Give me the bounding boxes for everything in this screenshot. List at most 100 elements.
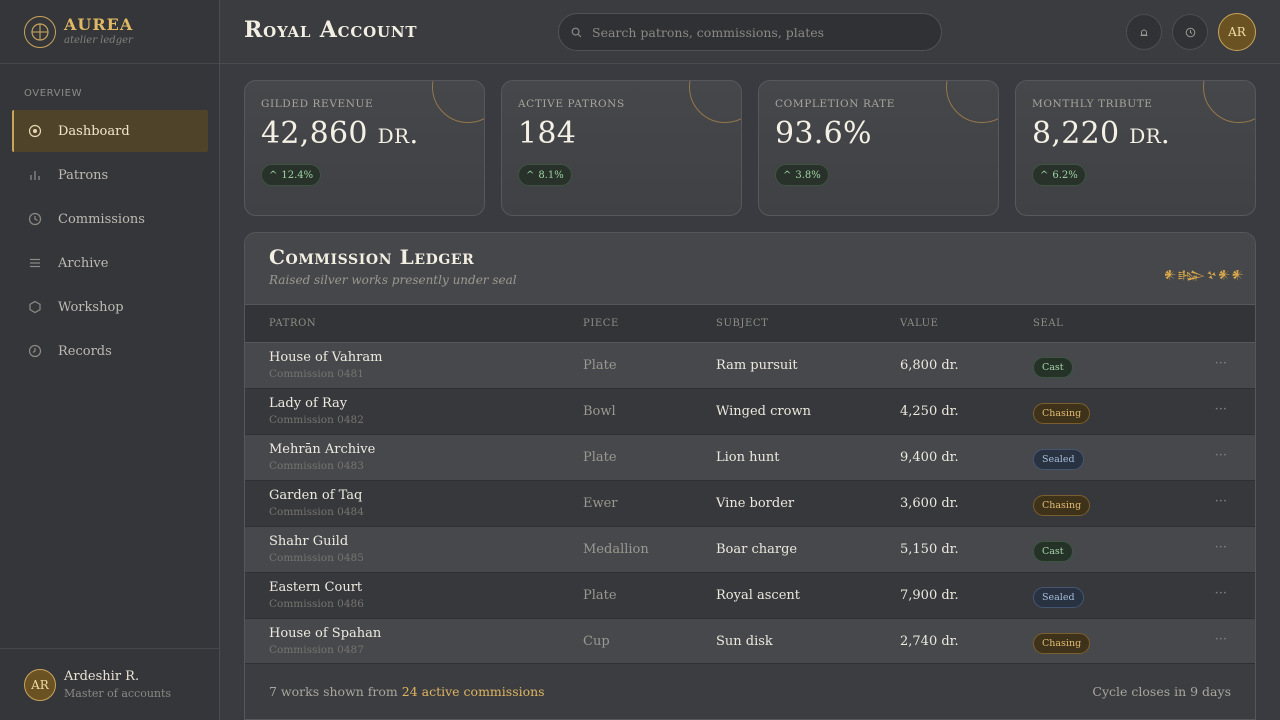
trend-badge: ^ 6.2% — [1032, 164, 1086, 186]
top-bar: Royal Account AR — [220, 0, 1280, 64]
table-row[interactable]: Garden of Taq Commission 0484 Ewer Vine b… — [245, 481, 1255, 527]
bell-icon — [1139, 23, 1149, 42]
row-menu-icon[interactable]: ··· — [1215, 448, 1227, 463]
profile-avatar[interactable]: AR — [1218, 13, 1256, 51]
commission-id: Commission 0486 — [269, 598, 364, 610]
subject-cell: Royal ascent — [716, 588, 800, 603]
piece-cell: Plate — [583, 450, 617, 465]
row-menu-icon[interactable]: ··· — [1215, 586, 1227, 601]
column-header-piece[interactable]: Piece — [583, 318, 619, 329]
seal-badge: Chasing — [1033, 495, 1091, 516]
seal-badge: Chasing — [1033, 403, 1091, 424]
patron-name: Garden of Taq — [269, 488, 363, 503]
user-role: Master of accounts — [64, 687, 172, 700]
piece-cell: Plate — [583, 358, 617, 373]
value-cell: 7,900 dr. — [900, 588, 959, 603]
value-cell: 5,150 dr. — [900, 542, 959, 557]
sidebar-item-commissions[interactable]: Commissions — [12, 198, 208, 240]
piece-cell: Medallion — [583, 542, 649, 557]
commission-id: Commission 0483 — [269, 460, 364, 472]
patron-name: House of Vahram — [269, 350, 383, 365]
column-header-value[interactable]: Value — [900, 318, 939, 329]
row-menu-icon[interactable]: ··· — [1215, 356, 1227, 371]
stat-label: Completion Rate — [775, 98, 895, 110]
trend-up-icon: ^ — [1040, 169, 1049, 181]
stat-card-completion: Completion Rate 93.6% ^ 3.8% — [758, 80, 999, 216]
row-menu-icon[interactable]: ··· — [1215, 632, 1227, 647]
seal-badge: Cast — [1033, 357, 1073, 378]
sidebar-item-records[interactable]: Records — [12, 330, 208, 372]
sidebar-item-archive[interactable]: Archive — [12, 242, 208, 284]
sidebar-item-workshop[interactable]: Workshop — [12, 286, 208, 328]
sidebar-item-label: Archive — [58, 255, 109, 271]
sidebar-item-label: Dashboard — [58, 123, 130, 139]
target-icon — [28, 124, 42, 138]
column-header-seal[interactable]: Seal — [1033, 318, 1063, 329]
subject-cell: Winged crown — [716, 404, 811, 419]
column-header-subject[interactable]: Subject — [716, 318, 768, 329]
history-icon — [28, 344, 42, 358]
patron-name: House of Spahan — [269, 626, 382, 641]
decorative-ring — [432, 81, 484, 123]
cycle-status: Cycle closes in 9 days — [1092, 684, 1231, 699]
table-row[interactable]: Shahr Guild Commission 0485 Medallion Boa… — [245, 527, 1255, 573]
search-input[interactable] — [592, 24, 932, 40]
commission-id: Commission 0485 — [269, 552, 364, 564]
search-box[interactable] — [558, 13, 942, 51]
trend-up-icon: ^ — [269, 169, 278, 181]
clock-icon — [28, 212, 42, 226]
patron-name: Mehrān Archive — [269, 442, 376, 457]
seal-badge: Sealed — [1033, 587, 1084, 608]
sidebar-nav: Dashboard Patrons Commissions Archive Wo… — [12, 110, 208, 374]
piece-cell: Plate — [583, 588, 617, 603]
ledger-title: Commission Ledger — [269, 245, 475, 269]
value-cell: 6,800 dr. — [900, 358, 959, 373]
list-icon — [28, 256, 42, 270]
user-name: Ardeshir R. — [64, 669, 140, 684]
hexagon-icon — [28, 300, 42, 314]
column-header-patron[interactable]: Patron — [269, 318, 316, 329]
ledger-footer: 7 works shown from 24 active commissions… — [245, 663, 1255, 719]
seal-badge: Sealed — [1033, 449, 1084, 470]
subject-cell: Boar charge — [716, 542, 798, 557]
stat-unit: dr. — [377, 117, 419, 150]
table-row[interactable]: Mehrān Archive Commission 0483 Plate Lion… — [245, 435, 1255, 481]
stat-card-patrons: Active Patrons 184 ^ 8.1% — [501, 80, 742, 216]
user-card[interactable]: AR Ardeshir R. Master of accounts — [0, 648, 219, 720]
value-cell: 3,600 dr. — [900, 496, 959, 511]
commission-id: Commission 0481 — [269, 368, 364, 380]
piece-cell: Cup — [583, 634, 610, 649]
value-cell: 9,400 dr. — [900, 450, 959, 465]
ledger-subtitle: Raised silver works presently under seal — [269, 273, 517, 287]
stat-label: Gilded Revenue — [261, 98, 374, 110]
subject-cell: Vine border — [716, 496, 795, 511]
stat-label: Active Patrons — [518, 98, 625, 110]
history-button[interactable] — [1172, 14, 1208, 50]
stat-value: 42,860 dr. — [261, 116, 419, 151]
seal-badge: Chasing — [1033, 633, 1091, 654]
table-row[interactable]: House of Spahan Commission 0487 Cup Sun d… — [245, 619, 1255, 665]
ledger-header: Commission Ledger Raised silver works pr… — [245, 233, 1255, 305]
trend-badge: ^ 8.1% — [518, 164, 572, 186]
sidebar-item-label: Workshop — [58, 299, 124, 315]
stat-unit: dr. — [1129, 117, 1171, 150]
row-menu-icon[interactable]: ··· — [1215, 494, 1227, 509]
table-row[interactable]: Eastern Court Commission 0486 Plate Royal… — [245, 573, 1255, 619]
sidebar-item-label: Patrons — [58, 167, 109, 183]
notifications-button[interactable] — [1126, 14, 1162, 50]
search-icon — [571, 23, 582, 42]
table-row[interactable]: House of Vahram Commission 0481 Plate Ram… — [245, 343, 1255, 389]
brand[interactable]: AUREA atelier ledger — [0, 0, 219, 64]
commission-id: Commission 0487 — [269, 644, 364, 656]
sidebar-item-dashboard[interactable]: Dashboard — [12, 110, 208, 152]
stat-card-revenue: Gilded Revenue 42,860 dr. ^ 12.4% — [244, 80, 485, 216]
row-menu-icon[interactable]: ··· — [1215, 402, 1227, 417]
commission-id: Commission 0484 — [269, 506, 364, 518]
seal-badge: Cast — [1033, 541, 1073, 562]
row-menu-icon[interactable]: ··· — [1215, 540, 1227, 555]
active-commissions-link[interactable]: 24 active commissions — [402, 684, 545, 699]
user-avatar: AR — [24, 668, 56, 701]
table-row[interactable]: Lady of Ray Commission 0482 Bowl Winged c… — [245, 389, 1255, 435]
commission-id: Commission 0482 — [269, 414, 364, 426]
sidebar-item-patrons[interactable]: Patrons — [12, 154, 208, 196]
